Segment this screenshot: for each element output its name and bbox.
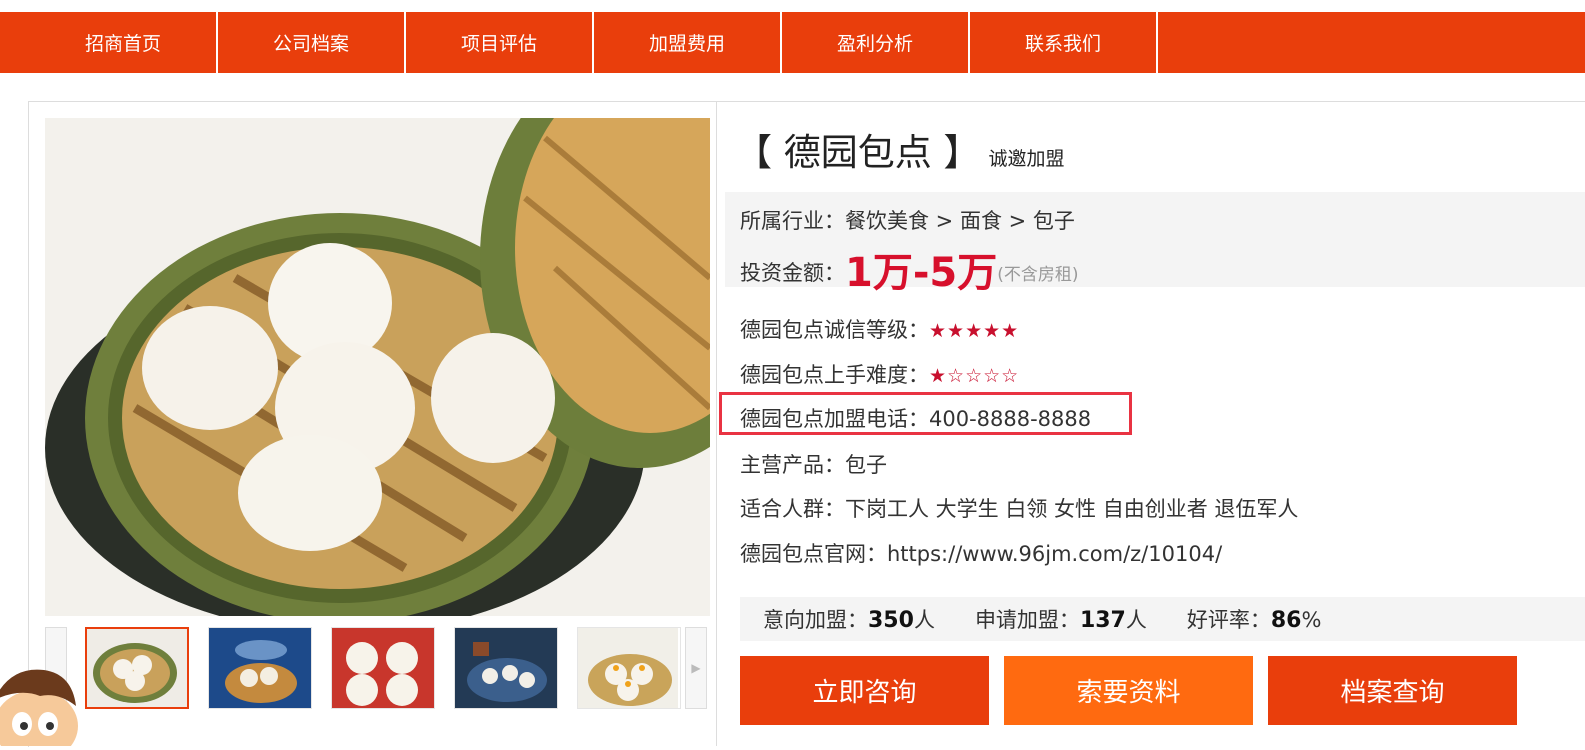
- difficulty-label: 德园包点上手难度：: [740, 363, 929, 387]
- stat-intent-value: 350: [868, 608, 914, 633]
- industry-row: 所属行业：餐饮美食 > 面食 > 包子: [740, 205, 1075, 235]
- stat-apply: 申请加盟：137人: [975, 604, 1147, 634]
- nav-home[interactable]: 招商首页: [0, 12, 218, 73]
- audience-value: 下岗工人 大学生 白领 女性 自由创业者 退伍军人: [845, 497, 1299, 521]
- mascot-avatar-icon[interactable]: [0, 648, 85, 750]
- stat-rating: 好评率：86%: [1187, 604, 1322, 634]
- investment-row: 投资金额：1万-5万(不含房租): [740, 240, 1079, 298]
- nav-company-profile[interactable]: 公司档案: [218, 12, 406, 73]
- stat-apply-label: 申请加盟：: [974, 608, 1080, 632]
- phone-row: 德园包点加盟电话：400-8888-8888: [740, 403, 1091, 433]
- top-nav: 招商首页 公司档案 项目评估 加盟费用 盈利分析 联系我们: [0, 12, 1585, 73]
- stat-intent: 意向加盟：350人: [763, 604, 935, 634]
- nav-profit-analysis[interactable]: 盈利分析: [782, 12, 970, 73]
- site-link[interactable]: https://www.96jm.com/z/10104/: [887, 542, 1222, 566]
- stat-rating-value: 86: [1270, 608, 1302, 633]
- credit-stars-icon: ★★★★★: [929, 320, 1020, 342]
- nav-contact-us[interactable]: 联系我们: [970, 12, 1158, 73]
- audience-label: 适合人群：: [740, 497, 845, 521]
- thumbnail-1[interactable]: [85, 627, 189, 709]
- main-product-image: [45, 118, 710, 616]
- phone-value[interactable]: 400-8888-8888: [929, 407, 1091, 431]
- product-row: 主营产品：包子: [740, 449, 887, 479]
- archive-query-button[interactable]: 档案查询: [1268, 656, 1517, 725]
- stats-bar: 意向加盟：350人 申请加盟：137人 好评率：86%: [740, 597, 1585, 641]
- stat-intent-unit: 人: [913, 608, 935, 632]
- thumbnail-4[interactable]: [454, 627, 558, 709]
- nav-project-assessment[interactable]: 项目评估: [406, 12, 594, 73]
- investment-label: 投资金额：: [740, 261, 845, 285]
- industry-label: 所属行业：: [740, 209, 845, 233]
- stat-apply-value: 137: [1079, 608, 1126, 633]
- audience-row: 适合人群：下岗工人 大学生 白领 女性 自由创业者 退伍军人: [740, 493, 1298, 523]
- title-line: 【 德园包点 】 诚邀加盟: [735, 122, 1065, 176]
- stat-rating-unit: %: [1301, 608, 1322, 632]
- product-label: 主营产品：: [740, 453, 845, 477]
- stat-rating-label: 好评率：: [1186, 608, 1271, 632]
- site-row: 德园包点官网：https://www.96jm.com/z/10104/: [740, 538, 1222, 568]
- stat-intent-label: 意向加盟：: [763, 608, 868, 632]
- consult-now-button[interactable]: 立即咨询: [740, 656, 989, 725]
- thumbnail-strip: ▶: [45, 627, 710, 709]
- phone-label: 德园包点加盟电话：: [740, 407, 929, 431]
- column-divider: [716, 101, 717, 746]
- brand-title: 【 德园包点 】: [735, 131, 981, 174]
- investment-value: 1万-5万: [845, 250, 998, 296]
- credit-row: 德园包点诚信等级：★★★★★: [740, 314, 1019, 344]
- investment-note: (不含房租): [997, 265, 1079, 285]
- brand-subtitle: 诚邀加盟: [988, 148, 1065, 170]
- thumbnail-2[interactable]: [208, 627, 312, 709]
- product-value: 包子: [845, 453, 887, 477]
- industry-path-link[interactable]: 餐饮美食 > 面食 > 包子: [845, 209, 1075, 233]
- difficulty-row: 德园包点上手难度：★☆☆☆☆: [740, 359, 1019, 389]
- thumbnail-3[interactable]: [331, 627, 435, 709]
- credit-label: 德园包点诚信等级：: [740, 318, 929, 342]
- nav-franchise-fees[interactable]: 加盟费用: [594, 12, 782, 73]
- thumbnail-5[interactable]: [577, 627, 681, 709]
- thumb-next-arrow[interactable]: ▶: [685, 627, 707, 709]
- difficulty-stars-icon: ★☆☆☆☆: [929, 365, 1020, 387]
- request-materials-button[interactable]: 索要资料: [1004, 656, 1253, 725]
- site-label: 德园包点官网：: [740, 542, 887, 566]
- stat-apply-unit: 人: [1125, 608, 1147, 632]
